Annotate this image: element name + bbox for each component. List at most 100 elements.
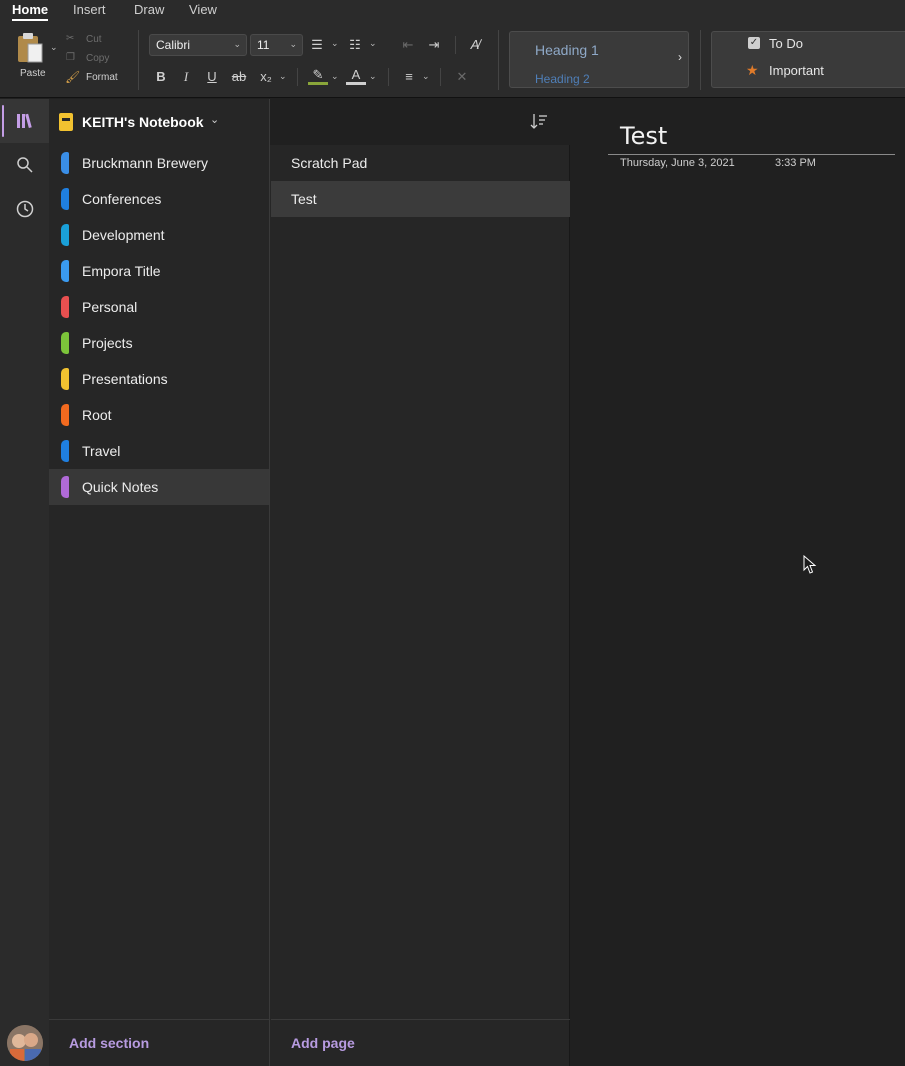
ribbon-divider [498, 30, 499, 90]
style-heading-1[interactable]: Heading 1 [535, 42, 599, 58]
chevron-down-icon: ⌄ [233, 39, 241, 49]
subscript-icon[interactable]: x₂ [256, 67, 276, 87]
section-item[interactable]: Personal [49, 289, 269, 325]
section-item-selected[interactable]: Quick Notes [49, 469, 269, 505]
bullets-dropdown-icon[interactable]: ⌄ [331, 38, 339, 49]
bold-icon[interactable]: B [151, 67, 171, 87]
copy-icon: ❐ [66, 52, 75, 63]
search-button[interactable] [0, 143, 49, 187]
numbering-dropdown-icon[interactable]: ⌄ [369, 38, 377, 49]
tab-draw[interactable]: Draw [134, 2, 164, 17]
mouse-cursor-icon [803, 555, 817, 574]
ribbon-divider [297, 68, 298, 86]
paste-dropdown-icon[interactable]: ⌄ [50, 42, 58, 53]
section-item[interactable]: Projects [49, 325, 269, 361]
section-color-tab [61, 188, 69, 210]
ribbon-divider [455, 36, 456, 54]
sort-icon[interactable] [530, 112, 548, 130]
page-date: Thursday, June 3, 2021 [620, 157, 735, 169]
strikethrough-icon[interactable]: ab [229, 67, 249, 87]
tab-home[interactable]: Home [12, 2, 49, 21]
section-label: Quick Notes [82, 479, 159, 495]
recent-button[interactable] [0, 187, 49, 231]
subscript-dropdown-icon[interactable]: ⌄ [279, 71, 287, 82]
delete-icon[interactable]: ✕ [452, 67, 472, 87]
section-label: Root [82, 407, 112, 423]
font-color-icon[interactable]: A [346, 67, 366, 85]
style-heading-2[interactable]: Heading 2 [535, 72, 590, 86]
font-family-select[interactable]: Calibri ⌄ [149, 34, 247, 56]
notebook-name[interactable]: KEITH's Notebook [82, 114, 204, 130]
note-canvas[interactable] [571, 99, 905, 1066]
tags-gallery[interactable]: ✓ To Do ★ Important [711, 31, 905, 88]
underline-icon[interactable]: U [202, 67, 222, 87]
italic-icon[interactable]: I [176, 67, 196, 87]
section-label: Bruckmann Brewery [82, 155, 209, 171]
decrease-indent-icon[interactable]: ⇤ [398, 35, 418, 55]
add-page-button[interactable]: Add page [291, 1035, 355, 1051]
chevron-down-icon: ⌄ [289, 39, 297, 49]
ribbon-divider [388, 68, 389, 86]
tab-view[interactable]: View [189, 2, 217, 17]
section-item[interactable]: Development [49, 217, 269, 253]
font-size-value: 11 [257, 38, 270, 52]
tag-todo[interactable]: To Do [769, 36, 803, 51]
section-color-tab [61, 152, 69, 174]
cut-button[interactable]: Cut [86, 34, 102, 45]
checkbox-icon: ✓ [748, 37, 760, 49]
page-item[interactable]: Scratch Pad [271, 145, 570, 181]
clear-formatting-icon[interactable]: A̸ [465, 35, 485, 55]
section-label: Conferences [82, 191, 162, 207]
font-family-value: Calibri [156, 38, 191, 52]
paste-button[interactable]: ⌄ [16, 32, 58, 66]
section-item[interactable]: Conferences [49, 181, 269, 217]
ribbon-home: ⌄ Paste ✂ Cut ❐ Copy 🖌 Format Calibri ⌄ … [0, 22, 905, 98]
font-size-select[interactable]: 11 ⌄ [250, 34, 303, 56]
section-color-tab [61, 260, 69, 282]
ribbon-divider [700, 30, 701, 90]
add-section-button[interactable]: Add section [69, 1035, 149, 1051]
profile-photo-icon [7, 1025, 43, 1061]
tag-important[interactable]: Important [769, 63, 824, 78]
font-color-dropdown-icon[interactable]: ⌄ [369, 71, 377, 82]
library-icon [16, 113, 32, 129]
star-icon: ★ [746, 62, 759, 78]
tab-insert[interactable]: Insert [73, 2, 106, 17]
title-underline [608, 154, 895, 155]
section-item[interactable]: Presentations [49, 361, 269, 397]
chevron-right-icon[interactable]: › [678, 50, 682, 64]
navigation-rail [0, 99, 49, 1066]
avatar[interactable] [7, 1025, 43, 1061]
page-label: Test [291, 191, 317, 207]
highlight-icon[interactable]: ✎ [308, 67, 328, 85]
notebooks-button[interactable] [0, 99, 49, 143]
sections-footer-divider [49, 1019, 270, 1020]
format-painter-icon: 🖌 [65, 70, 81, 84]
increase-indent-icon[interactable]: ⇥ [424, 35, 444, 55]
page-title[interactable]: Test [620, 122, 667, 150]
section-item[interactable]: Empora Title [49, 253, 269, 289]
section-label: Projects [82, 335, 133, 351]
section-item[interactable]: Root [49, 397, 269, 433]
cut-icon: ✂ [66, 33, 75, 44]
section-item[interactable]: Bruckmann Brewery [49, 145, 269, 181]
section-label: Empora Title [82, 263, 161, 279]
page-item-selected[interactable]: Test [271, 181, 570, 217]
pages-pane [270, 145, 570, 1066]
clock-icon [16, 200, 33, 218]
align-icon[interactable]: ≡ [399, 67, 419, 87]
section-item[interactable]: Travel [49, 433, 269, 469]
styles-gallery[interactable]: Heading 1 Heading 2 › [509, 31, 689, 88]
chevron-down-icon[interactable]: ⌄ [210, 113, 219, 126]
format-painter-button[interactable]: Format [86, 72, 118, 83]
align-dropdown-icon[interactable]: ⌄ [422, 71, 430, 82]
page-time: 3:33 PM [775, 157, 816, 169]
section-color-tab [61, 332, 69, 354]
highlight-dropdown-icon[interactable]: ⌄ [331, 71, 339, 82]
section-label: Presentations [82, 371, 168, 387]
section-label: Development [82, 227, 165, 243]
bullets-icon[interactable]: ☰ [307, 35, 327, 55]
pages-footer-divider [271, 1019, 570, 1020]
numbering-icon[interactable]: ☷ [345, 35, 365, 55]
copy-button[interactable]: Copy [86, 53, 109, 64]
